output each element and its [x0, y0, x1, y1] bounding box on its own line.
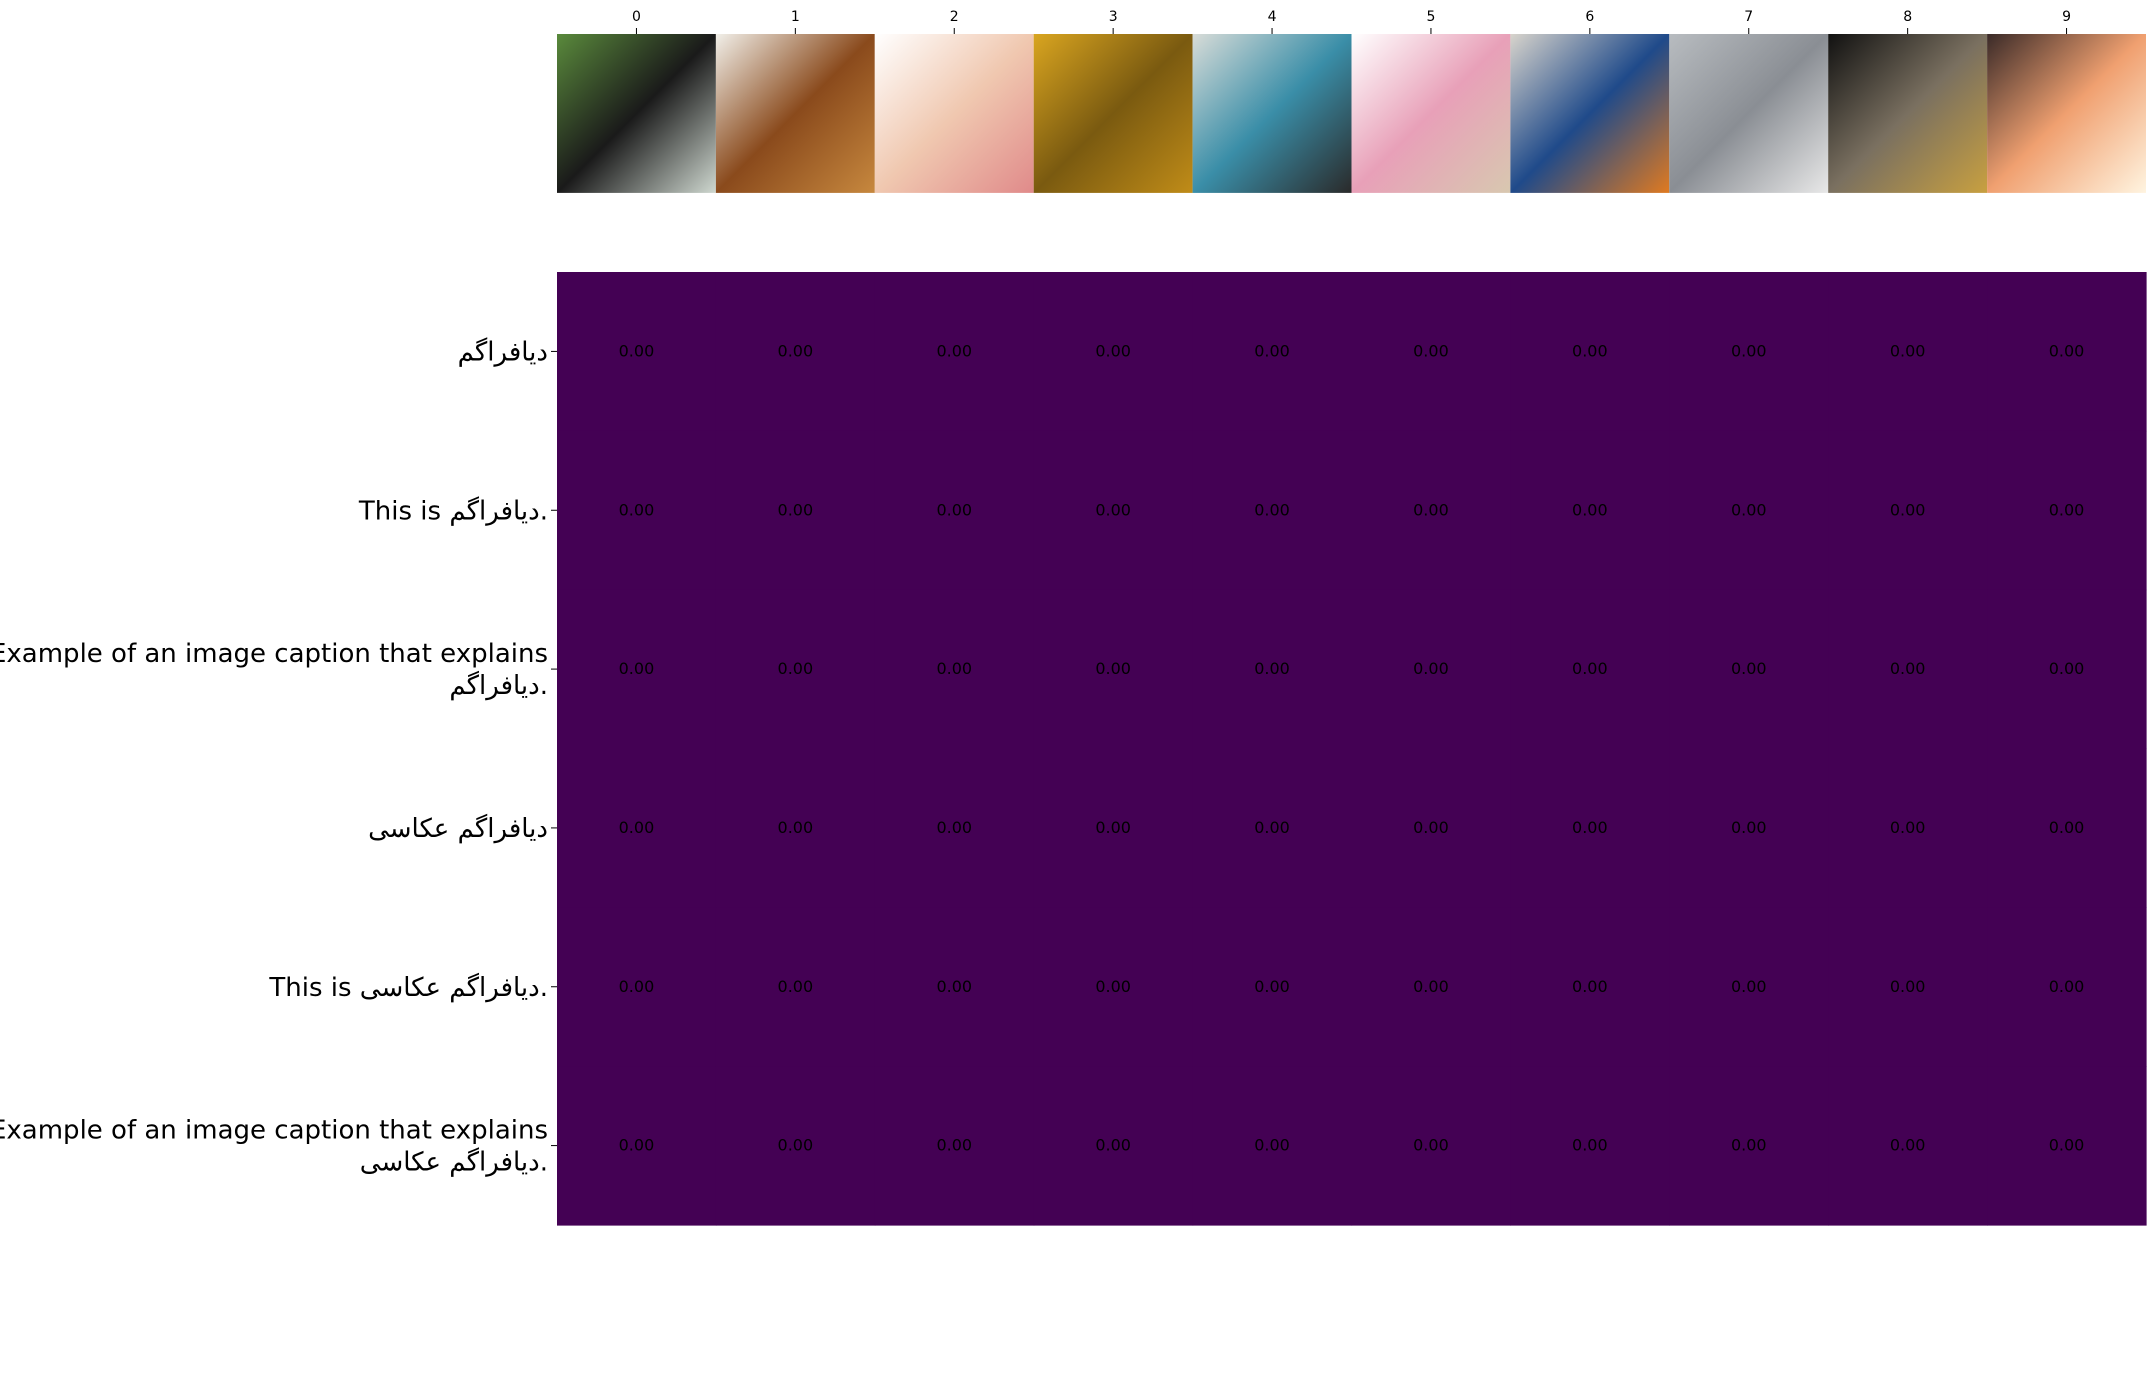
cell-value-r4-c1: 0.00 — [778, 977, 814, 996]
cell-value-r0-c0: 0.00 — [619, 341, 655, 360]
column-image-9 — [1987, 34, 2146, 193]
cell-value-r5-c4: 0.00 — [1254, 1136, 1290, 1155]
x-tick-label-4: 4 — [1268, 9, 1277, 25]
cell-value-r2-c0: 0.00 — [619, 659, 655, 678]
column-image-1 — [715, 34, 875, 193]
cell-value-r0-c5: 0.00 — [1413, 341, 1449, 360]
column-image-4 — [1192, 34, 1352, 193]
y-tick-label-4-line-0: This is دیافراگم عکاسی. — [268, 972, 548, 1003]
cell-value-r4-c5: 0.00 — [1413, 977, 1449, 996]
y-tick-label-5-line-1: دیافراگم عکاسی. — [360, 1147, 548, 1178]
cell-value-r0-c2: 0.00 — [936, 341, 972, 360]
cell-value-r0-c4: 0.00 — [1254, 341, 1290, 360]
cell-value-r2-c3: 0.00 — [1095, 659, 1131, 678]
cell-value-r3-c5: 0.00 — [1413, 818, 1449, 837]
cell-value-r3-c3: 0.00 — [1095, 818, 1131, 837]
x-tick-label-5: 5 — [1426, 9, 1435, 25]
cell-value-r3-c8: 0.00 — [1890, 818, 1926, 837]
cell-value-r5-c8: 0.00 — [1890, 1136, 1926, 1155]
cell-value-r2-c4: 0.00 — [1254, 659, 1290, 678]
cell-value-r5-c0: 0.00 — [619, 1136, 655, 1155]
cell-value-r2-c9: 0.00 — [2049, 659, 2085, 678]
cell-value-r5-c9: 0.00 — [2049, 1136, 2085, 1155]
cell-value-r5-c6: 0.00 — [1572, 1136, 1608, 1155]
cell-value-r1-c6: 0.00 — [1572, 500, 1608, 519]
x-axis-top-ticks: 0 1 2 3 4 5 6 7 8 9 — [632, 9, 2071, 34]
cell-value-r4-c6: 0.00 — [1572, 977, 1608, 996]
column-image-3 — [1033, 34, 1193, 193]
cell-value-r5-c3: 0.00 — [1095, 1136, 1131, 1155]
x-tick-label-9: 9 — [2062, 9, 2071, 25]
cell-value-r4-c3: 0.00 — [1095, 977, 1131, 996]
x-tick-label-7: 7 — [1744, 9, 1753, 25]
cell-value-r1-c2: 0.00 — [936, 500, 972, 519]
cell-value-r0-c8: 0.00 — [1890, 341, 1926, 360]
column-image-7 — [1669, 34, 1829, 193]
cell-value-r1-c9: 0.00 — [2049, 500, 2085, 519]
y-tick-label-5-line-0: Example of an image caption that explain… — [0, 1116, 548, 1146]
heatmap-cells: 0.00 0.00 0.00 0.00 0.00 0.00 0.00 0.00 0.00 0.00… — [557, 272, 2147, 1226]
cell-value-r2-c7: 0.00 — [1731, 659, 1767, 678]
cell-value-r3-c1: 0.00 — [778, 818, 814, 837]
y-tick-label-1-line-0: This is دیافراگم. — [358, 495, 548, 526]
cell-value-r2-c5: 0.00 — [1413, 659, 1449, 678]
cell-value-r4-c4: 0.00 — [1254, 977, 1290, 996]
cell-value-r2-c6: 0.00 — [1572, 659, 1608, 678]
cell-value-r4-c2: 0.00 — [936, 977, 972, 996]
y-tick-label-2-line-1: دیافراگم. — [449, 670, 548, 701]
cell-value-r3-c4: 0.00 — [1254, 818, 1290, 837]
cell-value-r5-c2: 0.00 — [936, 1136, 972, 1155]
cell-value-r1-c7: 0.00 — [1731, 500, 1767, 519]
cell-value-r1-c8: 0.00 — [1890, 500, 1926, 519]
x-tick-label-6: 6 — [1585, 9, 1594, 25]
cell-value-r0-c7: 0.00 — [1731, 341, 1767, 360]
cell-value-r1-c0: 0.00 — [619, 500, 655, 519]
column-image-8 — [1828, 34, 1988, 193]
cell-value-r0-c3: 0.00 — [1095, 341, 1131, 360]
cell-value-r3-c0: 0.00 — [619, 818, 655, 837]
cell-value-r0-c9: 0.00 — [2049, 341, 2085, 360]
x-tick-label-1: 1 — [791, 9, 800, 25]
x-tick-label-2: 2 — [950, 9, 959, 25]
y-axis-ticks: دیافراگم This is دیافراگم. Example of an i… — [0, 336, 557, 1178]
cell-value-r4-c8: 0.00 — [1890, 977, 1926, 996]
cell-value-r4-c7: 0.00 — [1731, 977, 1767, 996]
x-tick-label-3: 3 — [1109, 9, 1118, 25]
cell-value-r1-c3: 0.00 — [1095, 500, 1131, 519]
x-tick-label-0: 0 — [632, 9, 641, 25]
column-image-strip — [557, 34, 2146, 193]
y-tick-label-3-line-0: دیافراگم عکاسی — [368, 813, 548, 844]
x-tick-label-8: 8 — [1903, 9, 1912, 25]
cell-value-r0-c6: 0.00 — [1572, 341, 1608, 360]
cell-value-r3-c7: 0.00 — [1731, 818, 1767, 837]
cell-value-r0-c1: 0.00 — [778, 341, 814, 360]
y-tick-label-2-line-0: Example of an image caption that explain… — [0, 639, 548, 669]
cell-value-r2-c2: 0.00 — [936, 659, 972, 678]
cell-value-r4-c9: 0.00 — [2049, 977, 2085, 996]
cell-value-r1-c4: 0.00 — [1254, 500, 1290, 519]
cell-value-r5-c5: 0.00 — [1413, 1136, 1449, 1155]
column-image-6 — [1510, 34, 1670, 193]
cell-value-r4-c0: 0.00 — [619, 977, 655, 996]
cell-value-r3-c2: 0.00 — [936, 818, 972, 837]
column-image-5 — [1351, 34, 1511, 193]
cell-value-r1-c5: 0.00 — [1413, 500, 1449, 519]
column-image-0 — [557, 34, 716, 193]
cell-value-r3-c6: 0.00 — [1572, 818, 1608, 837]
cell-value-r2-c8: 0.00 — [1890, 659, 1926, 678]
cell-value-r2-c1: 0.00 — [778, 659, 814, 678]
y-tick-label-0-line-0: دیافراگم — [458, 336, 548, 367]
cell-value-r5-c1: 0.00 — [778, 1136, 814, 1155]
cell-value-r1-c1: 0.00 — [778, 500, 814, 519]
cell-value-r3-c9: 0.00 — [2049, 818, 2085, 837]
heatmap-figure: 0123456789 0.00 0.00 0.00 0.00 0.00 0.00 0.00 0… — [0, 9, 2147, 1226]
column-image-2 — [874, 34, 1034, 193]
cell-value-r5-c7: 0.00 — [1731, 1136, 1767, 1155]
